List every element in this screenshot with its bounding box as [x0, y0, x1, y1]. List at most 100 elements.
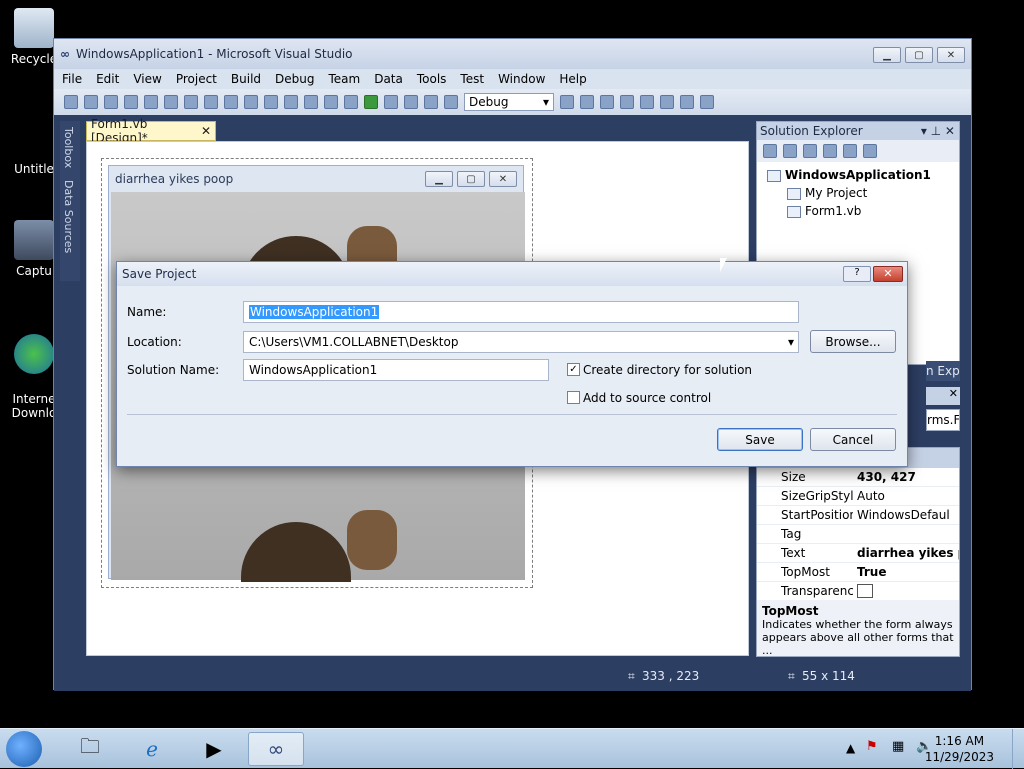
status-bar: ⌗ 333 , 223 ⌗ 55 x 114: [54, 663, 971, 691]
taskbar-media-player[interactable]: ▶: [186, 732, 242, 766]
menu-window[interactable]: Window: [498, 72, 545, 86]
property-row[interactable]: Tag: [757, 525, 959, 544]
menu-tools[interactable]: Tools: [417, 72, 447, 86]
property-row[interactable]: Size 430, 427: [757, 468, 959, 487]
help-button[interactable]: ?: [843, 266, 871, 282]
solution-configuration-select[interactable]: Debug ▾: [464, 93, 554, 111]
photo-person-bottom: [241, 522, 351, 582]
save-button[interactable]: Save: [717, 428, 803, 451]
menu-edit[interactable]: Edit: [96, 72, 119, 86]
view-class-diagram-icon[interactable]: [863, 144, 877, 158]
form-close-button: ✕: [489, 171, 517, 187]
menu-help[interactable]: Help: [559, 72, 586, 86]
cut-icon[interactable]: [164, 95, 178, 109]
menu-test[interactable]: Test: [460, 72, 484, 86]
menu-debug[interactable]: Debug: [275, 72, 314, 86]
minimize-button[interactable]: ▁: [873, 47, 901, 63]
properties-close-icon[interactable]: ✕: [926, 387, 960, 405]
tree-node-form1[interactable]: Form1.vb: [763, 202, 953, 220]
find-in-files-icon[interactable]: [560, 95, 574, 109]
solution-explorer-tab[interactable]: n Explo...: [926, 361, 960, 381]
undo-icon[interactable]: [284, 95, 298, 109]
solution-explorer-toolbar: [757, 140, 959, 162]
properties-icon[interactable]: [763, 144, 777, 158]
source-control-checkbox[interactable]: [567, 391, 580, 404]
navigate-back-icon[interactable]: [324, 95, 338, 109]
panel-controls-icon[interactable]: ▾ ⊥ ✕: [921, 124, 955, 138]
uncomment-icon[interactable]: [264, 95, 278, 109]
close-tab-icon[interactable]: ✕: [201, 124, 211, 138]
taskbar-explorer[interactable]: 🗀: [62, 732, 118, 766]
create-directory-checkbox[interactable]: ✓: [567, 363, 580, 376]
start-button[interactable]: [6, 731, 42, 767]
dialog-title: Save Project: [122, 267, 197, 281]
menu-view[interactable]: View: [133, 72, 161, 86]
tree-node-my-project[interactable]: My Project: [763, 184, 953, 202]
stop-icon[interactable]: [404, 95, 418, 109]
extension-manager-icon[interactable]: [660, 95, 674, 109]
step-over-icon[interactable]: [444, 95, 458, 109]
solution-name-field[interactable]: WindowsApplication1: [243, 359, 549, 381]
property-row[interactable]: StartPosition WindowsDefaul: [757, 506, 959, 525]
menu-data[interactable]: Data: [374, 72, 403, 86]
name-value: WindowsApplication1: [249, 305, 380, 319]
show-desktop-button[interactable]: [1012, 729, 1024, 769]
toolbar-options-icon[interactable]: [700, 95, 714, 109]
property-row[interactable]: TopMost True: [757, 563, 959, 582]
view-code-icon[interactable]: [823, 144, 837, 158]
taskbar-internet-explorer[interactable]: ℯ: [124, 732, 180, 766]
show-all-files-icon[interactable]: [783, 144, 797, 158]
copy-icon[interactable]: [184, 95, 198, 109]
close-button[interactable]: ✕: [937, 47, 965, 63]
start-debugging-icon[interactable]: [364, 95, 378, 109]
menu-file[interactable]: File: [62, 72, 82, 86]
properties-window-icon[interactable]: [600, 95, 614, 109]
toolbox-tab[interactable]: Toolbox: [60, 121, 77, 174]
properties-object-select[interactable]: rms.Fo▾: [926, 409, 960, 431]
add-item-icon[interactable]: [84, 95, 98, 109]
redo-icon[interactable]: [304, 95, 318, 109]
start-page-icon[interactable]: [680, 95, 694, 109]
save-icon[interactable]: [124, 95, 138, 109]
property-row[interactable]: Text diarrhea yikes p: [757, 544, 959, 563]
menu-team[interactable]: Team: [328, 72, 360, 86]
view-designer-icon[interactable]: [843, 144, 857, 158]
object-browser-icon[interactable]: [620, 95, 634, 109]
tree-node-root[interactable]: WindowsApplication1: [763, 166, 953, 184]
folder-icon: 🗀: [80, 734, 100, 758]
taskbar-visual-studio[interactable]: ∞: [248, 732, 304, 766]
network-icon[interactable]: ▦: [892, 739, 904, 754]
form-maximize-button: ▢: [457, 171, 485, 187]
browse-button[interactable]: Browse...: [810, 330, 896, 353]
data-sources-tab[interactable]: Data Sources: [60, 174, 77, 259]
cancel-button[interactable]: Cancel: [810, 428, 896, 451]
menu-build[interactable]: Build: [231, 72, 261, 86]
vs-logo-icon: ∞: [267, 737, 285, 761]
property-row[interactable]: SizeGripStyle Auto: [757, 487, 959, 506]
action-center-icon[interactable]: ⚑: [866, 739, 878, 754]
create-directory-label: Create directory for solution: [583, 363, 753, 377]
navigate-forward-icon[interactable]: [344, 95, 358, 109]
name-field[interactable]: WindowsApplication1: [243, 301, 799, 323]
location-combobox[interactable]: C:\Users\VM1.COLLABNET\Desktop ▾: [243, 331, 799, 353]
menu-project[interactable]: Project: [176, 72, 217, 86]
chevron-down-icon[interactable]: ▾: [788, 335, 794, 349]
save-all-icon[interactable]: [144, 95, 158, 109]
document-tab-form1-design[interactable]: Form1.vb [Design]* ✕: [86, 117, 216, 145]
find-icon[interactable]: [224, 95, 238, 109]
toolbox-icon[interactable]: [640, 95, 654, 109]
comment-icon[interactable]: [244, 95, 258, 109]
solution-explorer-icon[interactable]: [580, 95, 594, 109]
new-project-icon[interactable]: [64, 95, 78, 109]
step-into-icon[interactable]: [424, 95, 438, 109]
property-row[interactable]: Transparency: [757, 582, 959, 601]
refresh-icon[interactable]: [803, 144, 817, 158]
paste-icon[interactable]: [204, 95, 218, 109]
tray-show-hidden-icon[interactable]: ▲: [846, 741, 855, 755]
open-icon[interactable]: [104, 95, 118, 109]
dialog-close-button[interactable]: ✕: [873, 266, 903, 282]
clock[interactable]: 1:16 AM 11/29/2023: [925, 733, 994, 765]
download-manager-icon: [14, 334, 54, 374]
maximize-button[interactable]: ▢: [905, 47, 933, 63]
pause-icon[interactable]: [384, 95, 398, 109]
